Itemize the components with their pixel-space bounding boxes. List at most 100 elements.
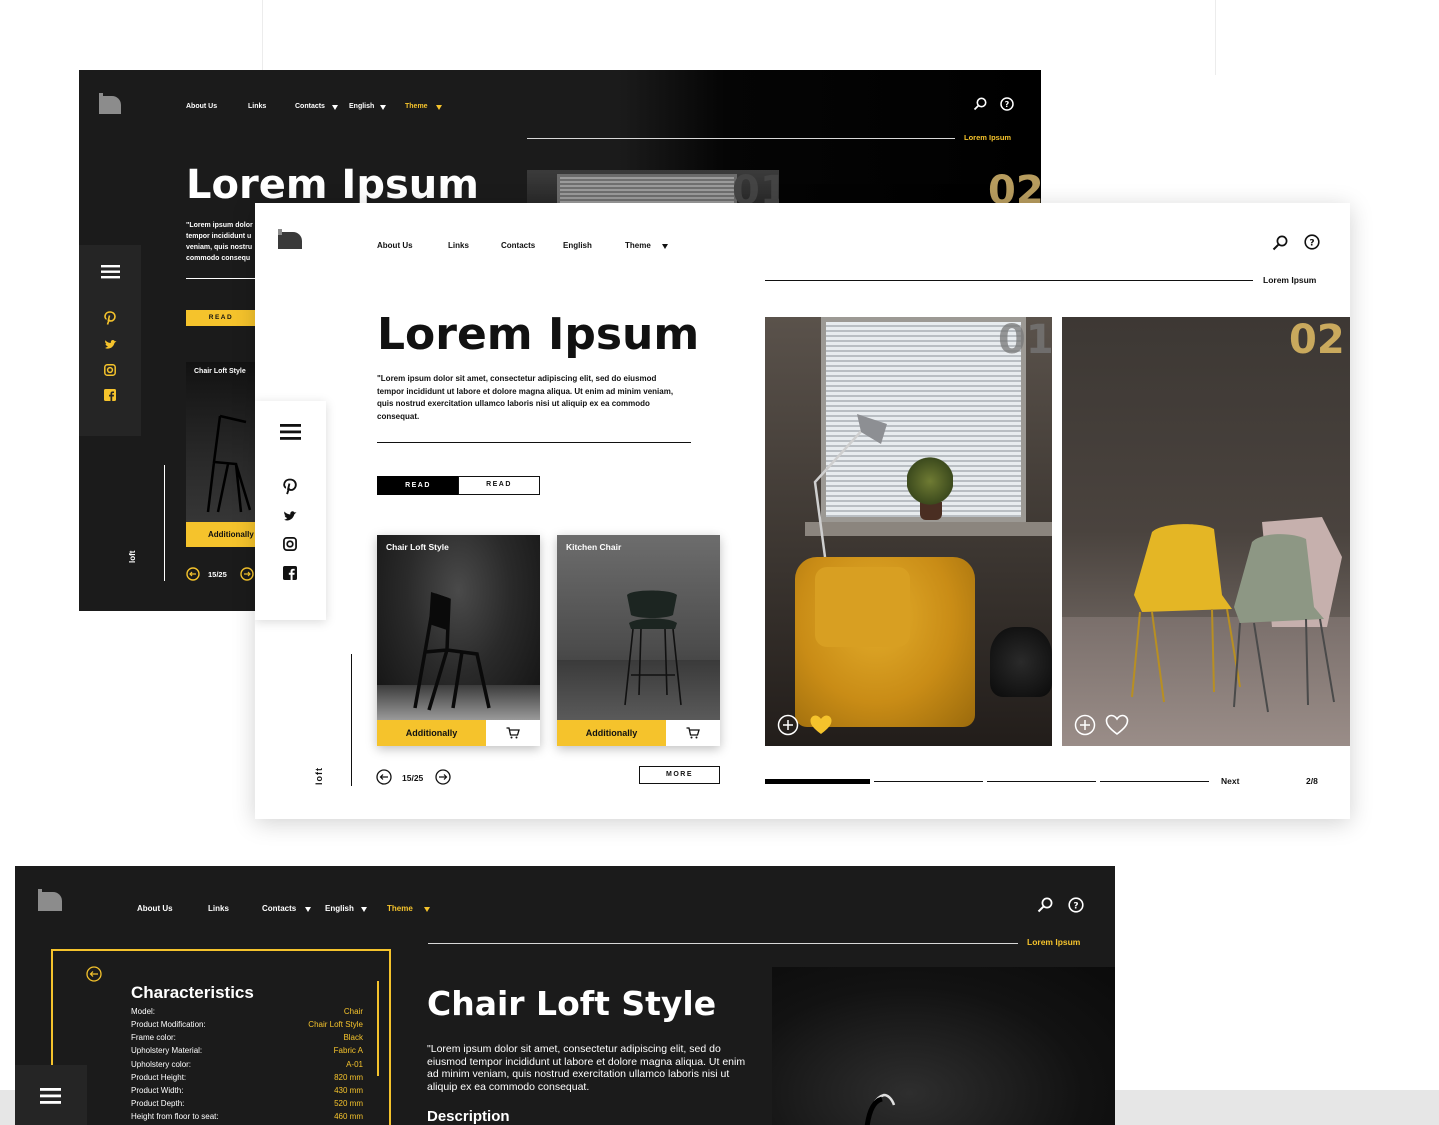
svg-text:?: ? <box>1309 239 1314 249</box>
spec-value: 820 mm <box>334 1073 363 1082</box>
guide-line <box>1215 0 1216 75</box>
spec-row: Product Width: 430 mm <box>131 1086 363 1099</box>
nav-contacts[interactable]: Contacts <box>501 241 535 250</box>
guide-line <box>262 0 263 70</box>
product-photo[interactable] <box>772 967 1115 1125</box>
read-button[interactable]: READ <box>186 310 256 326</box>
spec-row: Upholstery Material: Fabric A <box>131 1046 363 1059</box>
nav-links[interactable]: Links <box>448 241 469 250</box>
product-card[interactable]: Kitchen Chair Additionally <box>557 535 720 746</box>
product-card[interactable]: Chair Loft Style Additionally <box>377 535 540 746</box>
product-title: Chair Loft Style <box>427 984 717 1023</box>
cart-button[interactable] <box>666 720 720 746</box>
card-button[interactable]: Additionally <box>186 522 256 547</box>
arrow-left-icon[interactable] <box>186 567 200 581</box>
twitter-icon[interactable] <box>283 510 297 522</box>
arrow-right-icon[interactable] <box>435 769 451 785</box>
search-icon[interactable] <box>1037 897 1053 913</box>
spec-row: Product Depth: 520 mm <box>131 1099 363 1112</box>
quote-line: tempor incididunt u <box>186 233 252 240</box>
menu-icon[interactable] <box>280 424 301 440</box>
chevron-down-icon[interactable] <box>424 907 430 912</box>
progress-segment[interactable] <box>874 781 983 782</box>
nav-about[interactable]: About Us <box>137 904 173 913</box>
cart-icon <box>686 727 700 739</box>
gallery-photo-1[interactable]: 01 <box>765 317 1052 746</box>
arrow-left-icon[interactable] <box>86 966 102 982</box>
nav-contacts[interactable]: Contacts <box>262 904 296 913</box>
chevron-down-icon[interactable] <box>380 105 386 110</box>
chevron-down-icon[interactable] <box>662 244 668 249</box>
nav-english[interactable]: English <box>325 904 354 913</box>
chevron-down-icon[interactable] <box>361 907 367 912</box>
twitter-icon[interactable] <box>104 339 117 350</box>
hero-title: Lorem Ipsum <box>377 309 700 360</box>
pinterest-icon[interactable] <box>283 478 297 495</box>
instagram-icon[interactable] <box>104 364 116 376</box>
spec-key: Frame color: <box>131 1033 176 1042</box>
arrow-left-icon[interactable] <box>376 769 392 785</box>
light-theme-screen: About Us Links Contacts English Theme ? … <box>255 203 1350 819</box>
spec-value: 460 mm <box>334 1112 363 1121</box>
spec-key: Model: <box>131 1007 156 1016</box>
chairs <box>1131 517 1342 713</box>
progress-segment[interactable] <box>987 781 1096 782</box>
nav-about[interactable]: About Us <box>377 241 413 250</box>
product-card[interactable]: Chair Loft Style Additionally <box>186 362 256 547</box>
search-icon[interactable] <box>973 97 987 111</box>
nav-about[interactable]: About Us <box>186 103 217 110</box>
heart-icon[interactable] <box>809 714 833 736</box>
progress-active[interactable] <box>765 779 870 784</box>
nav-theme[interactable]: Theme <box>387 904 413 913</box>
spec-value: A-01 <box>346 1060 363 1069</box>
read-button-primary[interactable]: READ <box>377 476 459 495</box>
nav-links[interactable]: Links <box>248 103 266 110</box>
nav-links[interactable]: Links <box>208 904 229 913</box>
next-link[interactable]: Next <box>1221 776 1239 786</box>
logo-icon[interactable] <box>278 229 302 249</box>
spec-row: Product Modification: Chair Loft Style <box>131 1020 363 1033</box>
nav-english[interactable]: English <box>563 241 592 250</box>
arrow-right-icon[interactable] <box>240 567 254 581</box>
nav-contacts[interactable]: Contacts <box>295 103 325 110</box>
menu-icon[interactable] <box>40 1088 61 1104</box>
chair-shape <box>413 592 491 711</box>
card-button[interactable]: Additionally <box>557 720 666 746</box>
pinterest-icon[interactable] <box>104 311 116 325</box>
spec-row: Height from floor to seat: 460 mm <box>131 1112 363 1125</box>
page-counter: 2/8 <box>1306 776 1318 786</box>
plus-icon[interactable] <box>777 714 799 736</box>
cushion <box>815 567 910 647</box>
scrollbar[interactable] <box>377 981 379 1076</box>
search-icon[interactable] <box>1272 235 1288 251</box>
spec-row: Model: Chair <box>131 1007 363 1020</box>
chevron-down-icon[interactable] <box>332 105 338 110</box>
help-icon[interactable]: ? <box>1000 97 1014 111</box>
facebook-icon[interactable] <box>283 566 297 580</box>
logo-icon[interactable] <box>99 93 121 114</box>
read-button-secondary[interactable]: READ <box>458 476 540 495</box>
quote-line: commodo consequ <box>186 255 251 262</box>
more-button[interactable]: MORE <box>639 766 720 784</box>
heart-icon[interactable] <box>1105 714 1129 736</box>
plus-icon[interactable] <box>1074 714 1096 736</box>
chevron-down-icon[interactable] <box>305 907 311 912</box>
photo-number: 01 <box>998 317 1052 363</box>
nav-english[interactable]: English <box>349 103 374 110</box>
spec-key: Product Width: <box>131 1086 184 1095</box>
instagram-icon[interactable] <box>283 537 297 551</box>
facebook-icon[interactable] <box>104 389 116 401</box>
chair-part <box>864 1093 896 1125</box>
menu-icon[interactable] <box>101 265 120 279</box>
cart-button[interactable] <box>486 720 540 746</box>
card-button[interactable]: Additionally <box>377 720 486 746</box>
sidebar <box>255 401 326 620</box>
nav-theme[interactable]: Theme <box>625 241 651 250</box>
help-icon[interactable]: ? <box>1304 234 1320 250</box>
gallery-photo-2[interactable]: 02 <box>1062 317 1350 746</box>
nav-theme[interactable]: Theme <box>405 103 428 110</box>
chevron-down-icon[interactable] <box>436 105 442 110</box>
help-icon[interactable]: ? <box>1068 897 1084 913</box>
progress-segment[interactable] <box>1100 781 1209 782</box>
logo-icon[interactable] <box>38 889 62 911</box>
